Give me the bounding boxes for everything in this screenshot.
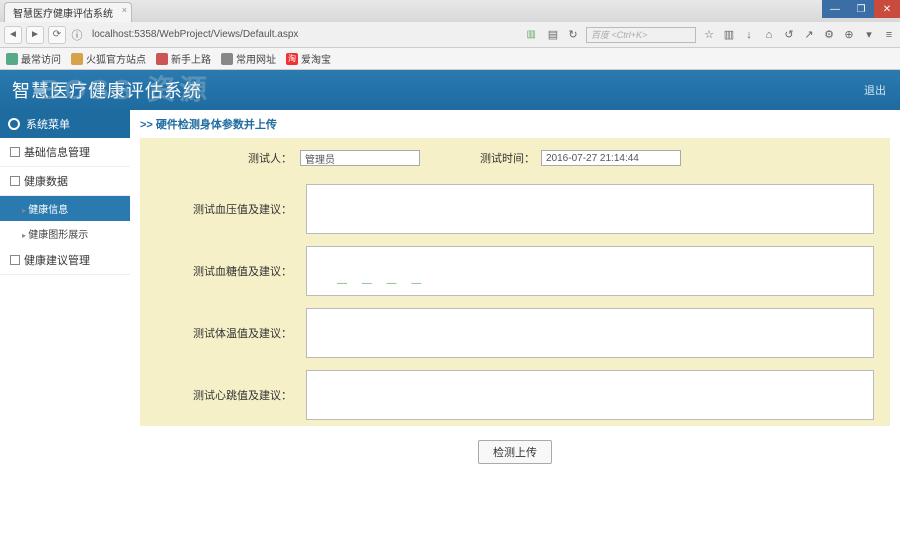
- back-button[interactable]: ◄: [4, 26, 22, 44]
- logout-link[interactable]: 退出: [864, 82, 886, 98]
- refresh-icon[interactable]: ↻: [566, 28, 580, 42]
- glucose-textarea[interactable]: — — — —: [306, 246, 874, 296]
- form-panel: 测试人： 测试时间： 测试血压值及建议： 测试血糖值及建议： — — — — 测…: [140, 138, 890, 426]
- menu-icon[interactable]: ≡: [882, 28, 896, 42]
- app-title: 智慧医疗健康评估系统: [12, 77, 202, 103]
- dash-decoration: — — — —: [337, 278, 427, 289]
- sidebar-sub-health-info[interactable]: 健康信息: [0, 196, 130, 221]
- forward-button[interactable]: ►: [26, 26, 44, 44]
- sidebar-sub-health-chart[interactable]: 健康图形展示: [0, 221, 130, 246]
- share-icon[interactable]: ↗: [802, 28, 816, 42]
- tab-title: 智慧医疗健康评估系统: [13, 9, 113, 20]
- star-icon[interactable]: ☆: [702, 28, 716, 42]
- url-text[interactable]: localhost:5358/WebProject/Views/Default.…: [88, 29, 302, 40]
- browser-tab[interactable]: 智慧医疗健康评估系统 ×: [4, 2, 132, 22]
- sidebar-item-health-data[interactable]: 健康数据: [0, 167, 130, 196]
- info-icon[interactable]: ⓘ: [70, 28, 84, 42]
- sidebar: 系统菜单 基础信息管理 健康数据 健康信息 健康图形展示 健康建议管理: [0, 110, 130, 538]
- heart-label: 测试心跳值及建议：: [140, 364, 300, 426]
- bp-label: 测试血压值及建议：: [140, 178, 300, 240]
- address-bar: ◄ ► ⟳ ⓘ localhost:5358/WebProject/Views/…: [0, 22, 900, 48]
- bookmarks-bar: 最常访问 火狐官方站点 新手上路 常用网址 淘爱淘宝: [0, 48, 900, 70]
- sync-icon[interactable]: ↺: [782, 28, 796, 42]
- shield-icon[interactable]: ▥: [527, 29, 536, 40]
- search-input[interactable]: 百度 <Ctrl+K>: [586, 27, 696, 43]
- bookmark-item[interactable]: 常用网址: [221, 51, 276, 66]
- bookmark-item[interactable]: 火狐官方站点: [71, 51, 146, 66]
- sidebar-header: 系统菜单: [0, 110, 130, 138]
- app-header: BOSS 资源 智慧医疗健康评估系统 退出: [0, 70, 900, 110]
- window-maximize-button[interactable]: ❐: [848, 0, 874, 18]
- bp-textarea[interactable]: [306, 184, 874, 234]
- window-titlebar: 智慧医疗健康评估系统 × — ❐ ✕: [0, 0, 900, 22]
- sidebar-header-label: 系统菜单: [26, 116, 70, 132]
- gear-icon[interactable]: ⚙: [822, 28, 836, 42]
- home-icon[interactable]: ⌂: [762, 28, 776, 42]
- submit-button[interactable]: 检测上传: [478, 440, 552, 464]
- test-time-label: 测试时间：: [420, 150, 541, 166]
- gear-icon: [8, 118, 20, 130]
- glucose-label: 测试血糖值及建议：: [140, 240, 300, 302]
- temp-label: 测试体温值及建议：: [140, 302, 300, 364]
- more-icon[interactable]: ▾: [862, 28, 876, 42]
- tester-input[interactable]: [300, 150, 420, 166]
- window-minimize-button[interactable]: —: [822, 0, 848, 18]
- library-icon[interactable]: ▥: [722, 28, 736, 42]
- tester-label: 测试人：: [140, 144, 300, 172]
- heart-textarea[interactable]: [306, 370, 874, 420]
- zoom-icon[interactable]: ⊕: [842, 28, 856, 42]
- window-close-button[interactable]: ✕: [874, 0, 900, 18]
- bookmark-item[interactable]: 最常访问: [6, 51, 61, 66]
- bookmark-item[interactable]: 淘爱淘宝: [286, 51, 331, 66]
- bookmark-item[interactable]: 新手上路: [156, 51, 211, 66]
- download-icon[interactable]: ↓: [742, 28, 756, 42]
- sidebar-item-basic-info[interactable]: 基础信息管理: [0, 138, 130, 167]
- content-area: >> 硬件检测身体参数并上传 测试人： 测试时间： 测试血压值及建议： 测试血糖…: [130, 110, 900, 538]
- test-time-input[interactable]: [541, 150, 681, 166]
- tab-close-icon[interactable]: ×: [122, 5, 127, 15]
- reload-button[interactable]: ⟳: [48, 26, 66, 44]
- sidebar-item-advice[interactable]: 健康建议管理: [0, 246, 130, 275]
- breadcrumb: >> 硬件检测身体参数并上传: [140, 116, 890, 132]
- reader-icon[interactable]: ▤: [546, 28, 560, 42]
- temp-textarea[interactable]: [306, 308, 874, 358]
